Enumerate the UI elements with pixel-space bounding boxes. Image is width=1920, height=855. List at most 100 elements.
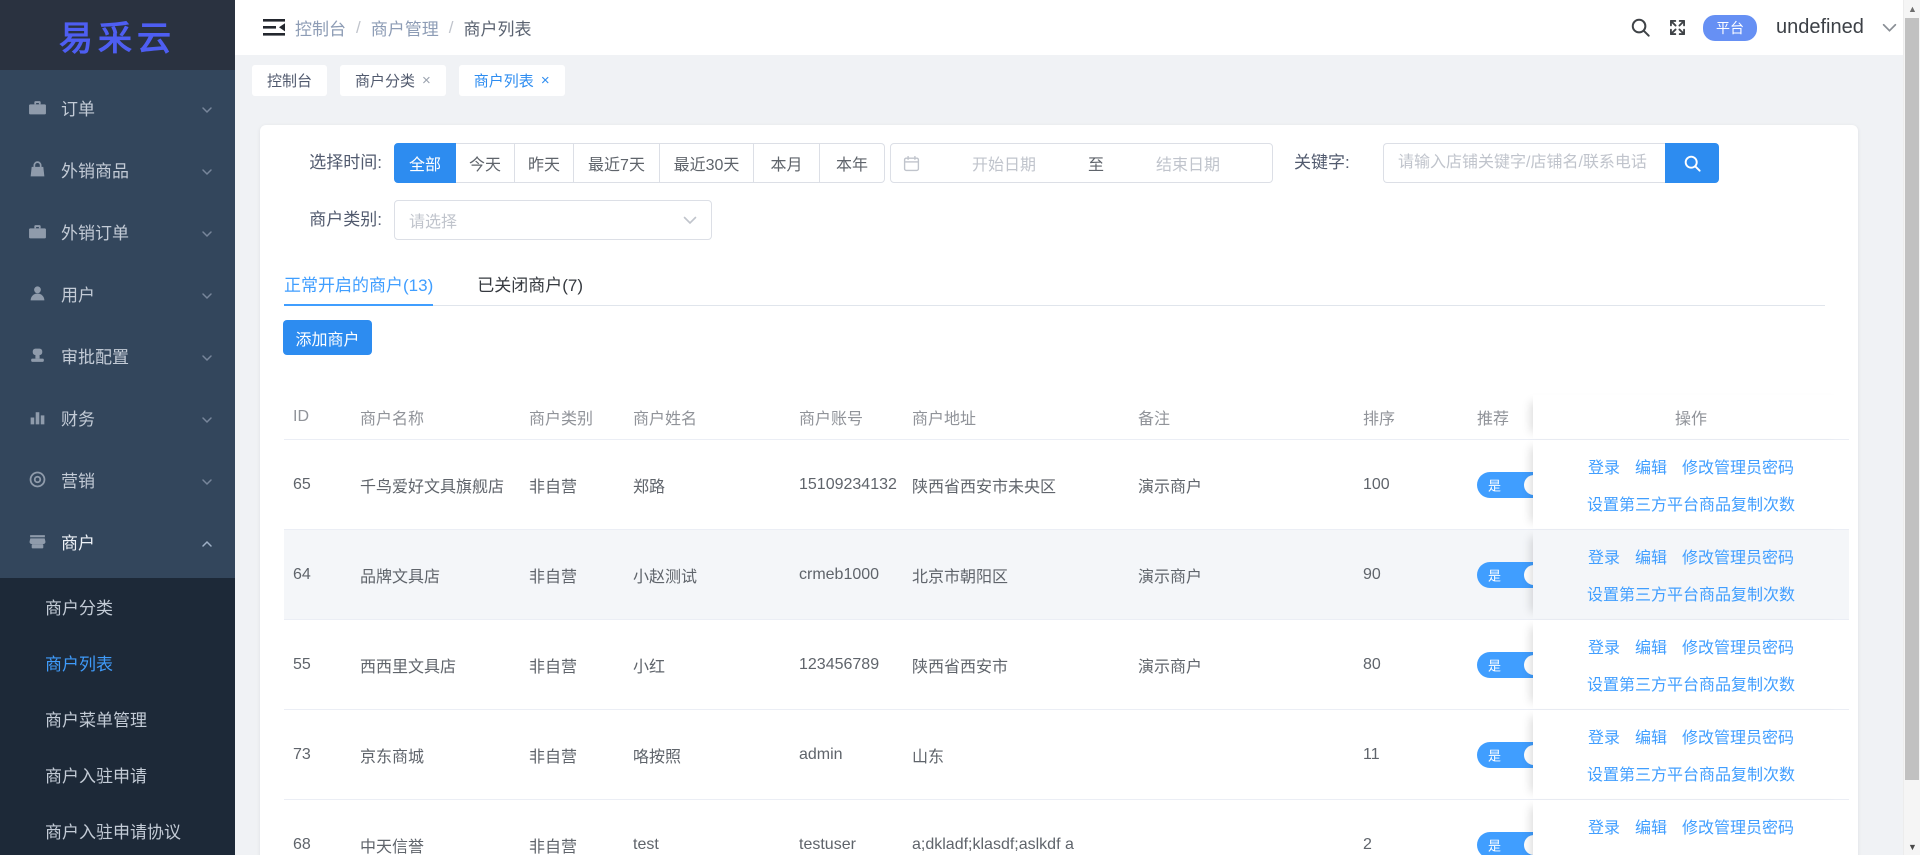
sidebar-item-export-orders[interactable]: 外销订单 [0,200,235,262]
column-header: 操作 [1674,411,1707,428]
cell-actions: 登录编辑修改管理员密码设置第三方平台商品复制次数 [1533,710,1849,799]
sidebar-item-label: 商户 [61,533,95,553]
page-scrollbar[interactable]: ▲ ▼ [1903,0,1920,855]
action-link[interactable]: 编辑 [1635,634,1667,658]
actions-line: 登录 编辑 修改管理员密码 [1588,454,1794,478]
close-icon[interactable]: × [541,72,550,89]
tab-open-merchants[interactable]: 正常开启的商户(13) [284,265,434,306]
scroll-up-button[interactable]: ▲ [1904,0,1920,17]
date-range-separator: 至 [1088,157,1105,174]
tag-label: 商户列表 [473,72,534,90]
cell-person: 小赵测试 [633,568,698,586]
app-window: 易采云 订单 外销商品 外销订单 用户 审批配置 财务 营销 商户 商户分类 商户列表 商户菜单管理… [0,0,1920,855]
time-filter-button[interactable]: 最近7天 [574,143,660,183]
action-link[interactable]: 设置第三方平台商品复制次数 [1587,581,1795,605]
merchant-category-select[interactable]: 请选择 [394,200,712,240]
time-filter-button[interactable]: 最近30天 [660,143,754,183]
chart-icon [28,407,48,427]
action-link[interactable]: 登录 [1588,634,1620,658]
tag-view-item[interactable]: 控制台 [252,64,328,96]
scroll-down-button[interactable]: ▼ [1904,838,1920,855]
sidebar-item-marketing[interactable]: 营销 [0,448,235,510]
date-end-input[interactable]: 结束日期 [1104,151,1272,175]
briefcase-icon [28,97,48,117]
cell-id: 64 [293,565,311,583]
action-link[interactable]: 登录 [1588,454,1620,478]
sidebar-item-label: 外销商品 [61,161,129,181]
scrollbar-thumb[interactable] [1905,18,1919,780]
action-link[interactable]: 编辑 [1635,814,1667,838]
cell-id: 68 [293,835,311,853]
action-link[interactable]: 修改管理员密码 [1682,634,1794,658]
keyword-input[interactable] [1383,143,1665,183]
action-link[interactable]: 设置第三方平台商品复制次数 [1587,851,1795,855]
cell-person: 郑路 [633,478,666,496]
platform-badge: 平台 [1703,14,1757,41]
time-filter-button[interactable]: 本月 [754,143,820,183]
close-icon[interactable]: × [422,72,431,89]
action-link[interactable]: 修改管理员密码 [1682,724,1794,748]
sidebar-item-merchant-category[interactable]: 商户分类 [0,578,235,634]
breadcrumb-item[interactable]: 控制台 [295,15,346,40]
sidebar-item-label: 营销 [61,471,95,491]
time-filter-button[interactable]: 本年 [820,143,885,183]
content-card: 选择时间: 全部 今天 昨天 最近7天 最近30天 本月 本年 开始日期 至 结束日期 关键… [260,125,1858,855]
tab-closed-merchants[interactable]: 已关闭商户(7) [477,265,583,306]
sidebar-item-merchant-apply[interactable]: 商户入驻申请 [0,746,235,802]
tag-label: 商户分类 [355,72,416,90]
sidebar-collapse-icon[interactable] [263,18,285,42]
cell-account: 123456789 [799,655,880,673]
sidebar-item-orders[interactable]: 订单 [0,76,235,138]
sidebar-item-export-goods[interactable]: 外销商品 [0,138,235,200]
chevron-down-icon[interactable] [1879,17,1901,39]
chevron-down-icon [201,411,213,424]
category-filter-label: 商户类别: [309,210,382,229]
sidebar-item-finance[interactable]: 财务 [0,386,235,448]
table-row: 68 中天信誉 非自营 test testuser a;dkladf;klasdf;asl… [284,800,1849,855]
action-link[interactable]: 修改管理员密码 [1682,814,1794,838]
action-link[interactable]: 编辑 [1635,544,1667,568]
sidebar-item-merchant-menu[interactable]: 商户菜单管理 [0,690,235,746]
action-link[interactable]: 修改管理员密码 [1682,544,1794,568]
chevron-down-icon [201,101,213,114]
username-text[interactable]: undefined [1776,16,1864,39]
search-button[interactable] [1665,143,1719,183]
action-link[interactable]: 设置第三方平台商品复制次数 [1587,761,1795,785]
breadcrumb-separator: / [356,17,361,37]
sidebar-item-merchant-list[interactable]: 商户列表 [0,634,235,690]
column-header: 商户名称 [360,411,425,428]
action-link[interactable]: 设置第三方平台商品复制次数 [1587,491,1795,515]
action-link[interactable]: 登录 [1588,724,1620,748]
merchant-table: ID 商户名称 商户类别 商户姓名 商户账号 商户地址 备注 排序 推荐 操作 65 千鸟爱好文具旗舰… [284,395,1849,855]
action-link[interactable]: 登录 [1588,544,1620,568]
date-range-picker[interactable]: 开始日期 至 结束日期 [890,143,1273,183]
action-link[interactable]: 编辑 [1635,454,1667,478]
action-link[interactable]: 设置第三方平台商品复制次数 [1587,671,1795,695]
tag-view-item[interactable]: 商户分类 × [340,64,446,96]
time-filter-button[interactable]: 昨天 [515,143,574,183]
time-filter-button[interactable]: 全部 [394,143,456,183]
column-header-actions: 操作 [1533,395,1849,439]
add-merchant-button[interactable]: 添加商户 [283,320,372,355]
chevron-down-icon [683,216,697,224]
action-link[interactable]: 编辑 [1635,724,1667,748]
breadcrumb-item: 商户列表 [463,20,532,39]
sidebar-item-merchant-apply-agreement[interactable]: 商户入驻申请协议 [0,802,235,855]
sidebar-item-merchant[interactable]: 商户 [0,510,235,572]
action-link[interactable]: 登录 [1588,814,1620,838]
cell-account: testuser [799,835,856,853]
time-filter-button[interactable]: 今天 [456,143,515,183]
breadcrumb-item[interactable]: 商户管理 [371,15,439,40]
sidebar-item-label: 订单 [61,99,95,119]
tag-view-item[interactable]: 商户列表 × [458,64,565,96]
fullscreen-icon[interactable] [1666,17,1688,39]
search-icon[interactable] [1629,17,1651,39]
sidebar-item-users[interactable]: 用户 [0,262,235,324]
cell-id: 73 [293,745,311,763]
cell-address: 陕西省西安市未央区 [912,478,1057,496]
table-row: 73 京东商城 非自营 咯按照 admin 山东 11 是 登录 编辑 修改管理员密码 设置第三方平台… [284,710,1849,800]
date-start-input[interactable]: 开始日期 [920,151,1088,175]
action-link[interactable]: 修改管理员密码 [1682,454,1794,478]
chevron-down-icon [201,349,213,362]
sidebar-item-approval-config[interactable]: 审批配置 [0,324,235,386]
